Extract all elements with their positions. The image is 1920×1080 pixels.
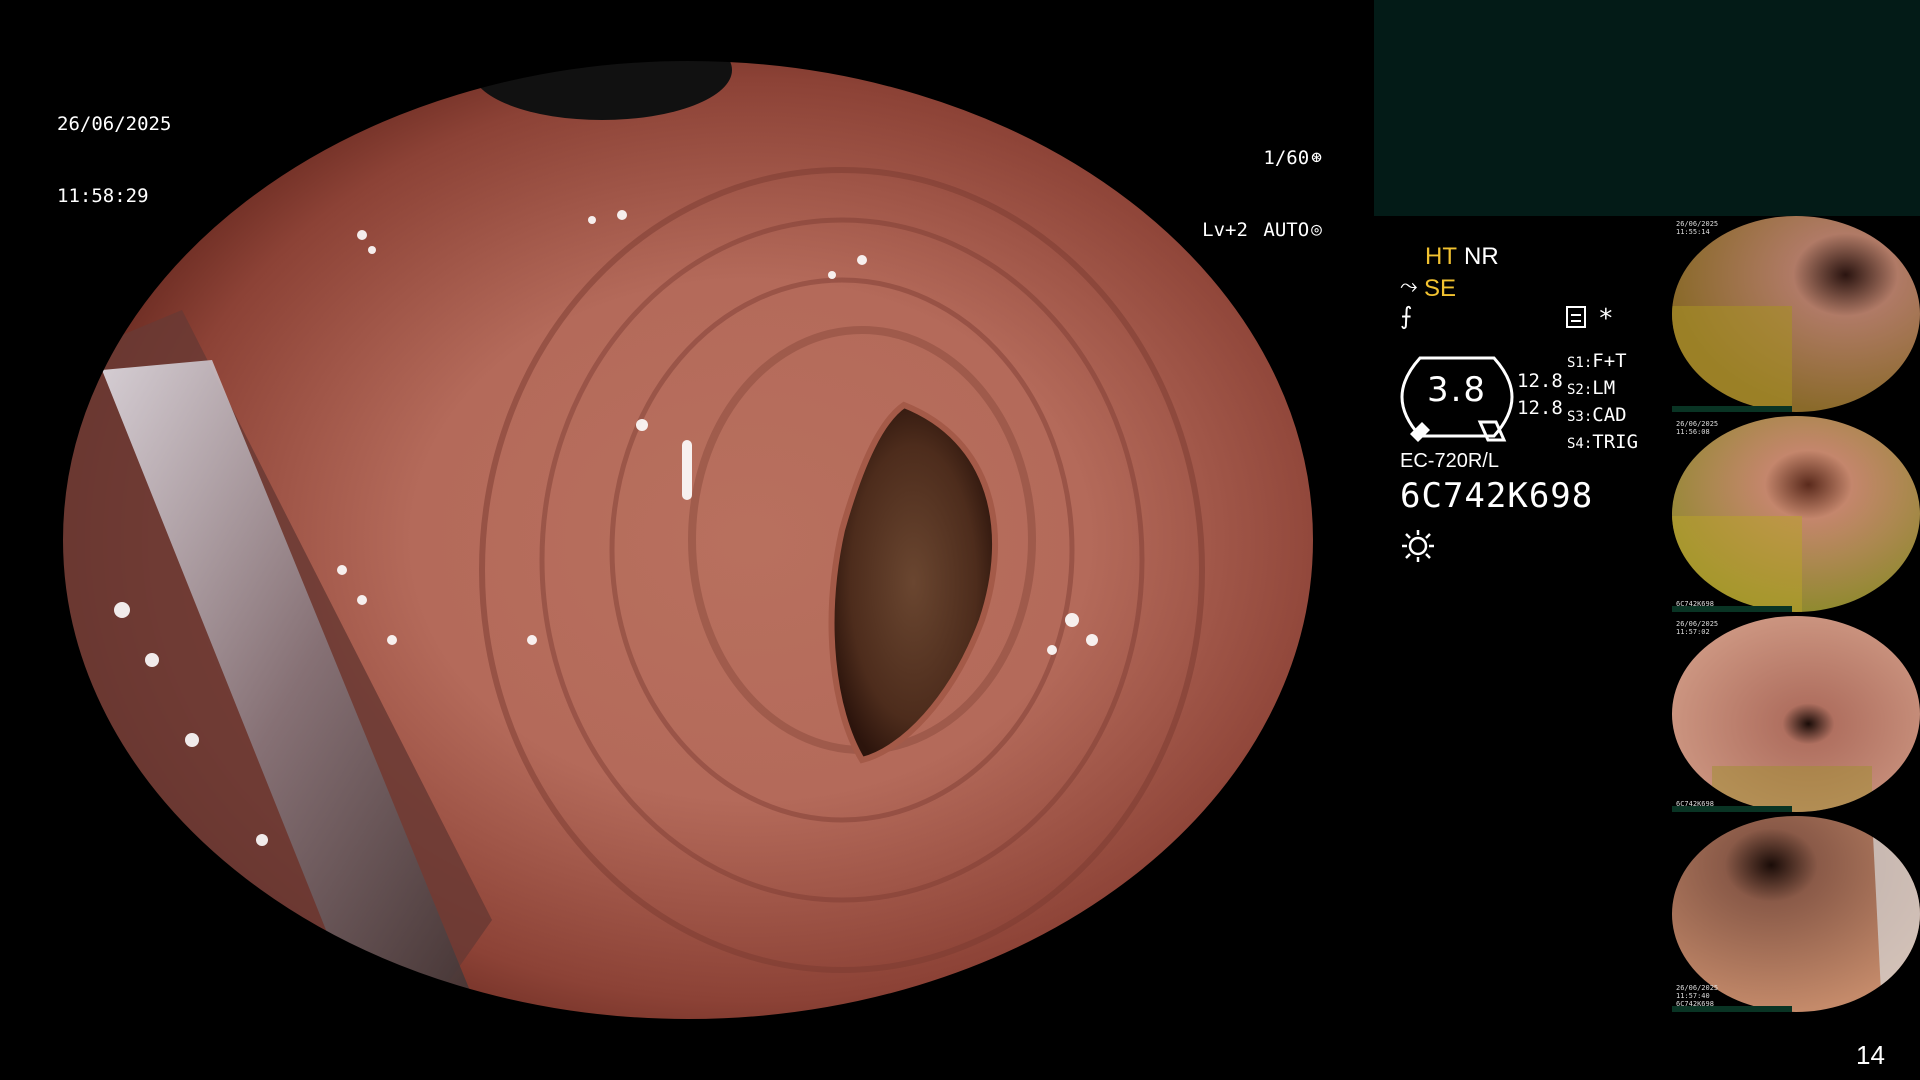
scope-switch-list: S1:F+T S2:LM S3:CAD S4:TRIG: [1567, 349, 1638, 457]
switch-item: S3:CAD: [1567, 404, 1627, 426]
switch-item: S4:TRIG: [1567, 431, 1639, 453]
captured-thumbnail[interactable]: 26/06/2025 11:57:40 6C742K698: [1672, 816, 1920, 1012]
scope-model: EC-720R/L: [1400, 450, 1499, 472]
structure-enhance-icon: ⤳: [1400, 274, 1418, 299]
aperture-icon: ⊛: [1311, 147, 1322, 168]
exposure-info: 1/60 ⊛ Lv+2 AUTO ◎: [1180, 98, 1322, 266]
page-number: 14: [1856, 1040, 1885, 1070]
date-time-stamp: 26/06/2025 11:58:29: [57, 64, 171, 232]
info-display-area: [1374, 0, 1920, 216]
asterisk-icon: *: [1598, 304, 1614, 334]
captured-thumbnail[interactable]: 26/06/2025 11:57:02 6C742K698: [1672, 616, 1920, 812]
switch-item: S2:LM: [1567, 377, 1616, 399]
exposure-mode: AUTO: [1263, 219, 1310, 241]
captured-thumbnail[interactable]: 26/06/2025 11:56:08 6C742K698: [1672, 416, 1920, 612]
ht-indicator: HT: [1425, 243, 1457, 270]
iris-icon: ◎: [1311, 219, 1322, 240]
memo-icon: [1566, 306, 1586, 328]
gauge-reading-2: 12.8: [1517, 397, 1563, 419]
gauge-reading-1: 12.8: [1517, 370, 1563, 392]
endoscopic-live-view: [62, 60, 1314, 1020]
nr-indicator: NR: [1464, 243, 1499, 270]
scope-serial-number: 6C742K698: [1400, 476, 1594, 516]
se-indicator: SE: [1424, 275, 1457, 302]
shutter-speed: 1/60: [1263, 147, 1310, 169]
captured-thumbnail[interactable]: 26/06/2025 11:55:14: [1672, 216, 1920, 412]
brightness-level: Lv+2: [1202, 219, 1248, 241]
gauge-value: 3.8: [1426, 370, 1488, 410]
time-text: 11:58:29: [57, 185, 149, 207]
light-source-icon: [1400, 528, 1436, 564]
freeze-icon: ⨍: [1400, 302, 1413, 330]
switch-item: S1:F+T: [1567, 350, 1627, 372]
date-text: 26/06/2025: [57, 113, 172, 135]
